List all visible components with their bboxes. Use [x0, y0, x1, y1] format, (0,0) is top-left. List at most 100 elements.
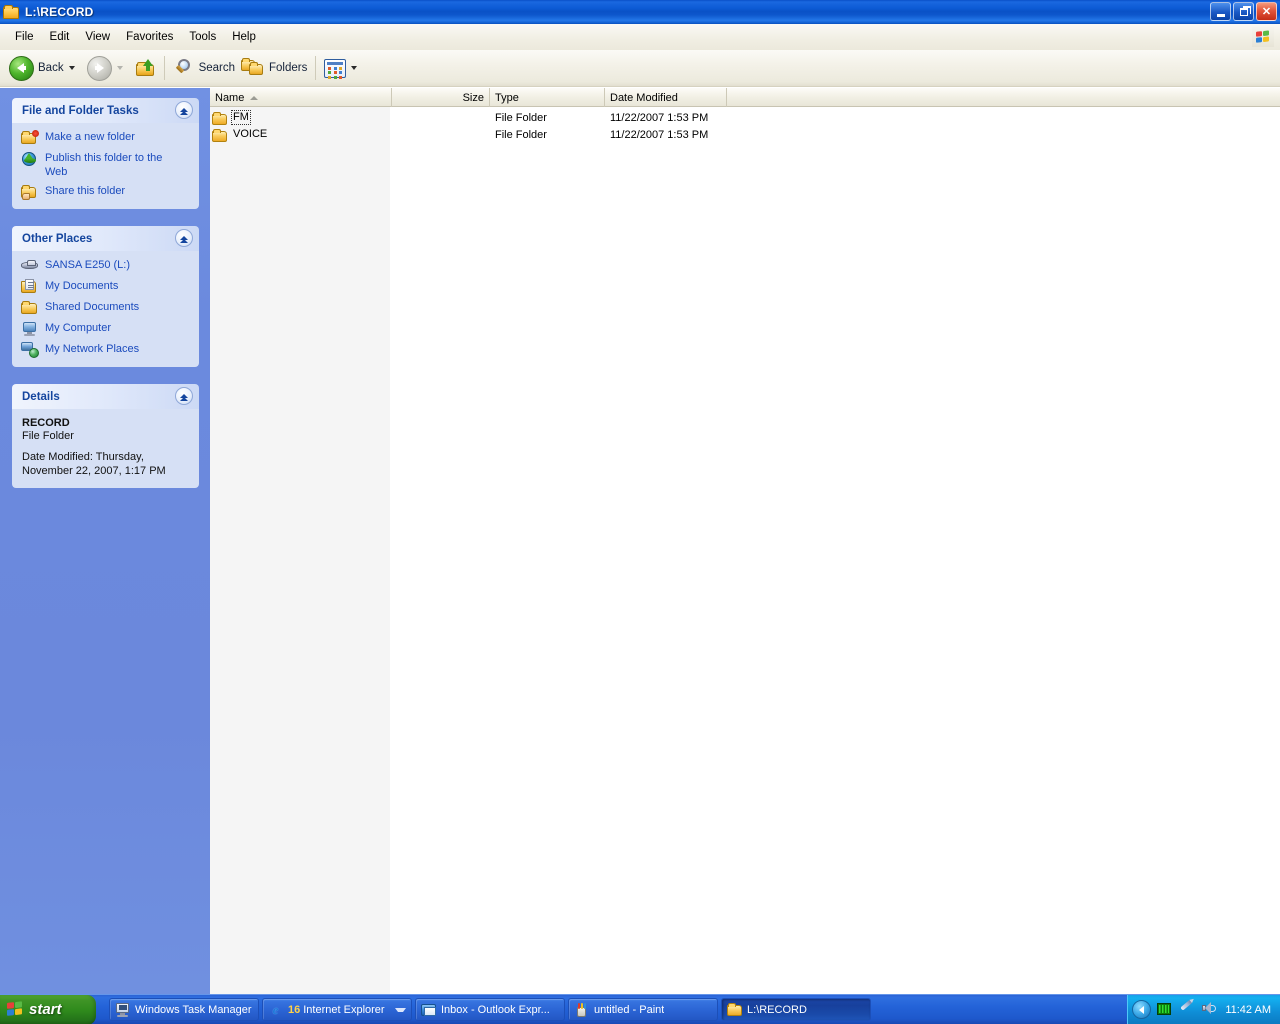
taskbar-item-task-manager[interactable]: Windows Task Manager	[109, 998, 259, 1021]
taskbar: start Windows Task Manager e 16 Internet…	[0, 994, 1280, 1024]
file-date-cell: 11/22/2007 1:53 PM	[605, 129, 745, 141]
network-monitor-icon[interactable]	[1157, 1002, 1173, 1017]
show-hidden-icons-chevron-icon[interactable]	[1132, 1000, 1151, 1019]
menu-view[interactable]: View	[77, 29, 118, 45]
shared-documents-icon	[21, 300, 39, 316]
taskbar-item-label: Internet Explorer	[303, 1004, 384, 1016]
sidebar-item-my-computer[interactable]: My Computer	[21, 321, 191, 337]
taskbar-group-caret-icon[interactable]	[395, 1008, 406, 1012]
volume-speaker-icon[interactable]	[1201, 1002, 1217, 1017]
toolbar-separator	[164, 56, 165, 80]
column-headers: Name Size Type Date Modified	[210, 88, 1280, 107]
folder-icon	[727, 1003, 743, 1017]
share-folder-label: Share this folder	[45, 184, 125, 199]
other-places-header[interactable]: Other Places	[12, 226, 199, 251]
window-controls: ✕	[1210, 2, 1277, 21]
system-tray: 11:42 AM	[1127, 995, 1280, 1024]
publish-to-web-label: Publish this folder to the Web	[45, 151, 170, 179]
column-header-size-label: Size	[463, 92, 484, 104]
file-list-gutter	[210, 107, 390, 994]
sidebar-item-my-network-places[interactable]: My Network Places	[21, 342, 191, 358]
drive-icon	[21, 258, 39, 274]
sidebar-item-sansa-drive[interactable]: SANSA E250 (L:)	[21, 258, 191, 274]
table-row[interactable]: FM File Folder 11/22/2007 1:53 PM	[210, 109, 745, 126]
back-arrow-icon	[9, 56, 34, 81]
views-button[interactable]	[321, 52, 366, 84]
collapse-chevron-icon[interactable]	[175, 229, 193, 247]
new-folder-icon	[21, 130, 39, 146]
column-header-size[interactable]: Size	[392, 88, 490, 107]
sidebar: File and Folder Tasks Make a new folder …	[0, 88, 210, 994]
sidebar-item-my-documents[interactable]: My Documents	[21, 279, 191, 295]
file-name-cell[interactable]: VOICE	[210, 128, 392, 142]
other-places-panel: Other Places SANSA E250 (L:) My Document…	[12, 226, 199, 367]
table-row[interactable]: VOICE File Folder 11/22/2007 1:53 PM	[210, 126, 745, 143]
sort-ascending-icon	[250, 96, 258, 100]
sidebar-item-make-new-folder[interactable]: Make a new folder	[21, 130, 191, 146]
folder-icon	[212, 111, 229, 125]
column-header-date-modified[interactable]: Date Modified	[605, 88, 727, 107]
sidebar-item-publish-to-web[interactable]: Publish this folder to the Web	[21, 151, 191, 179]
clock[interactable]: 11:42 AM	[1225, 1004, 1271, 1016]
start-button[interactable]: start	[0, 995, 96, 1024]
minimize-button[interactable]	[1210, 2, 1231, 21]
folders-button[interactable]: Folders	[238, 52, 310, 84]
menu-favorites[interactable]: Favorites	[118, 29, 181, 45]
menu-file[interactable]: File	[7, 29, 42, 45]
restore-button[interactable]	[1233, 2, 1254, 21]
search-button[interactable]: Search	[170, 52, 238, 84]
up-button[interactable]	[132, 52, 159, 84]
details-body: RECORD File Folder Date Modified: Thursd…	[12, 409, 199, 488]
forward-arrow-icon	[87, 56, 112, 81]
menu-help[interactable]: Help	[224, 29, 264, 45]
forward-dropdown-caret-icon[interactable]	[117, 66, 123, 70]
details-item-date-modified: Date Modified: Thursday, November 22, 20…	[22, 451, 189, 478]
column-header-type[interactable]: Type	[490, 88, 605, 107]
details-item-type: File Folder	[22, 430, 189, 442]
taskbar-item-label: L:\RECORD	[747, 1004, 807, 1016]
taskbar-item-record-window[interactable]: L:\RECORD	[721, 998, 871, 1021]
window-title: L:\RECORD	[25, 5, 93, 19]
forward-button[interactable]	[84, 52, 132, 84]
sidebar-item-shared-documents[interactable]: Shared Documents	[21, 300, 191, 316]
file-type-cell: File Folder	[490, 129, 605, 141]
back-dropdown-caret-icon[interactable]	[69, 66, 75, 70]
close-button[interactable]: ✕	[1256, 2, 1277, 21]
file-and-folder-tasks-body: Make a new folder Publish this folder to…	[12, 123, 199, 209]
column-header-name[interactable]: Name	[210, 88, 392, 107]
my-documents-icon	[21, 279, 39, 295]
my-computer-label: My Computer	[45, 321, 111, 336]
back-button[interactable]: Back	[6, 52, 84, 84]
taskbar-item-internet-explorer[interactable]: e 16 Internet Explorer	[262, 998, 412, 1021]
paint-icon	[574, 1003, 590, 1017]
details-header[interactable]: Details	[12, 384, 199, 409]
views-dropdown-caret-icon[interactable]	[351, 66, 357, 70]
search-icon	[173, 58, 195, 78]
column-header-name-label: Name	[215, 92, 244, 104]
stylus-pen-icon[interactable]	[1179, 1002, 1195, 1017]
collapse-chevron-icon[interactable]	[175, 101, 193, 119]
views-icon	[324, 59, 346, 78]
file-name-cell[interactable]: FM	[210, 110, 392, 125]
sidebar-item-share-folder[interactable]: Share this folder	[21, 184, 191, 200]
globe-publish-icon	[21, 151, 39, 167]
taskbar-item-label: Windows Task Manager	[135, 1004, 252, 1016]
toolbar: Back Search Folders	[0, 50, 1280, 87]
taskbar-item-outlook-express[interactable]: Inbox - Outlook Expr...	[415, 998, 565, 1021]
file-list[interactable]: FM File Folder 11/22/2007 1:53 PM VOICE …	[210, 107, 1280, 994]
title-bar: L:\RECORD ✕	[0, 0, 1280, 24]
folder-icon	[3, 5, 20, 20]
file-name-label: FM	[231, 110, 251, 125]
folders-icon	[241, 58, 265, 78]
network-places-icon	[21, 342, 39, 358]
file-name-label: VOICE	[231, 128, 269, 141]
explorer-window: L:\RECORD ✕ File Edit View Favorites Too…	[0, 0, 1280, 1024]
file-date-cell: 11/22/2007 1:53 PM	[605, 112, 745, 124]
taskbar-item-paint[interactable]: untitled - Paint	[568, 998, 718, 1021]
file-and-folder-tasks-header[interactable]: File and Folder Tasks	[12, 98, 199, 123]
menu-tools[interactable]: Tools	[181, 29, 224, 45]
my-computer-icon	[21, 321, 39, 337]
folders-label: Folders	[269, 62, 307, 74]
collapse-chevron-icon[interactable]	[175, 387, 193, 405]
menu-edit[interactable]: Edit	[42, 29, 78, 45]
